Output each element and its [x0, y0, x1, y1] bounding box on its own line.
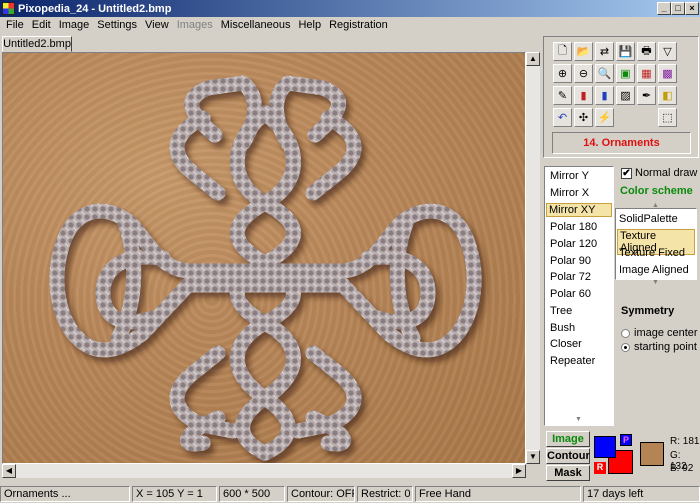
list-item[interactable]: Polar 90 — [548, 255, 593, 267]
color-scheme-list[interactable]: ▲ SolidPalette Texture Aligned Texture F… — [615, 202, 697, 286]
checkbox-icon[interactable]: ✔ — [621, 167, 632, 179]
list-item[interactable]: Polar 60 — [548, 288, 593, 300]
print-icon[interactable]: 🖶 — [637, 42, 656, 61]
list-item[interactable]: Image Aligned — [619, 264, 689, 276]
window-title: Pixopedia_24 - Untitled2.bmp — [18, 2, 172, 15]
close-button[interactable]: × — [685, 2, 699, 15]
menu-images[interactable]: Images — [173, 19, 217, 31]
status-bar: Ornaments ... X = 105 Y = 1 600 * 500 Co… — [0, 485, 700, 503]
list-item[interactable]: Closer — [548, 338, 584, 350]
scroll-right-icon[interactable]: ▶ — [512, 464, 526, 478]
primary-color-label[interactable]: P — [620, 434, 632, 446]
funnel-icon[interactable]: ▽ — [658, 42, 677, 61]
menu-file[interactable]: File — [2, 19, 28, 31]
scroll-down-icon[interactable]: ▼ — [526, 450, 540, 464]
radio-label: starting point — [634, 341, 697, 353]
status-restrict: Restrict: 0 — [357, 486, 413, 502]
list-item[interactable]: Polar 120 — [548, 238, 599, 250]
picked-color-swatch — [640, 442, 664, 466]
list-item[interactable]: Polar 72 — [548, 271, 593, 283]
grid-icon[interactable]: ▦ — [637, 64, 656, 83]
contour-mode-button[interactable]: Contour — [546, 448, 590, 464]
rgb-red: R: 181 — [670, 436, 700, 447]
channels-icon[interactable]: ▮ — [595, 86, 614, 105]
scheme-scroll-up-icon[interactable]: ▲ — [652, 202, 659, 209]
selection-icon[interactable]: ⬚ — [658, 108, 677, 127]
list-item[interactable]: Repeater — [548, 355, 597, 367]
ornament-drawing — [49, 75, 482, 461]
status-tool: Free Hand — [415, 486, 581, 502]
list-scroll-down-icon[interactable]: ▼ — [575, 416, 582, 423]
list-item-selected[interactable]: Mirror XY — [546, 203, 612, 217]
list-item[interactable]: Mirror Y — [548, 170, 591, 182]
status-mode: Ornaments ... — [0, 486, 130, 502]
revert-icon[interactable]: ⇄ — [595, 42, 614, 61]
radio-selected-icon[interactable] — [621, 342, 630, 352]
horizontal-scrollbar[interactable]: ◀ ▶ — [2, 464, 526, 478]
radio-icon[interactable] — [621, 328, 630, 338]
zoom-in-icon[interactable]: ⊕ — [553, 64, 572, 83]
scroll-up-icon[interactable]: ▲ — [526, 52, 540, 66]
zoom-fit-icon[interactable]: 🔍 — [595, 64, 614, 83]
list-item[interactable]: Polar 180 — [548, 221, 599, 233]
scroll-left-icon[interactable]: ◀ — [2, 464, 16, 478]
list-item[interactable]: Mirror X — [548, 187, 591, 199]
mask-mode-button[interactable]: Mask — [546, 465, 590, 481]
layers-icon[interactable]: ◧ — [658, 86, 677, 105]
normal-draw-checkbox[interactable]: ✔ Normal draw — [621, 166, 700, 180]
menu-help[interactable]: Help — [294, 19, 325, 31]
brush-icon[interactable]: ✎ — [553, 86, 572, 105]
photo-icon[interactable]: ▨ — [616, 86, 635, 105]
scheme-scroll-down-icon[interactable]: ▼ — [652, 279, 659, 286]
app-icon — [2, 2, 15, 15]
maximize-button[interactable]: □ — [671, 2, 685, 15]
palette-grid-icon[interactable]: ▩ — [658, 64, 677, 83]
image-view-icon[interactable]: ▣ — [616, 64, 635, 83]
status-contour: Contour: OFF — [287, 486, 355, 502]
symmetry-list[interactable]: Mirror Y Mirror X Mirror XY Polar 180 Po… — [544, 166, 614, 426]
dropper-icon[interactable]: ✒ — [637, 86, 656, 105]
radio-label: image center — [634, 327, 698, 339]
undo-icon[interactable]: ↶ — [553, 108, 572, 127]
symmetry-label: Symmetry — [621, 305, 675, 317]
menu-image[interactable]: Image — [55, 19, 94, 31]
wand-icon[interactable]: ⚡ — [595, 108, 614, 127]
save-icon[interactable]: 💾 — [616, 42, 635, 61]
rgb-blue: B: 92 — [670, 463, 694, 474]
foreground-color[interactable] — [594, 436, 616, 458]
status-size: 600 * 500 — [219, 486, 285, 502]
radio-image-center[interactable]: image center — [621, 327, 698, 339]
vertical-scrollbar[interactable]: ▲ ▼ — [526, 52, 540, 464]
title-bar: Pixopedia_24 - Untitled2.bmp _ □ × — [0, 0, 700, 17]
zoom-out-icon[interactable]: ⊖ — [574, 64, 593, 83]
status-trial: 17 days left — [583, 486, 700, 502]
menu-miscellaneous[interactable]: Miscellaneous — [217, 19, 295, 31]
ornament-category[interactable]: 14. Ornaments — [552, 132, 691, 154]
tool-grid: 🗋 📂 ⇄ 💾 🖶 ▽ ⊕ ⊖ 🔍 ▣ ▦ ▩ ✎ ▮ ▮ ▨ ✒ ◧ ↶ ✣ … — [553, 42, 677, 128]
menu-view[interactable]: View — [141, 19, 173, 31]
open-icon[interactable]: 📂 — [574, 42, 593, 61]
image-mode-button[interactable]: Image — [546, 431, 590, 447]
list-item[interactable]: Bush — [548, 322, 577, 334]
histogram-icon[interactable]: ▮ — [574, 86, 593, 105]
drawing-canvas[interactable] — [2, 52, 526, 464]
list-item[interactable]: Texture Fixed — [619, 247, 685, 259]
normal-draw-label: Normal draw — [635, 167, 698, 179]
menu-settings[interactable]: Settings — [93, 19, 141, 31]
secondary-color-label[interactable]: R — [594, 462, 606, 474]
status-coords: X = 105 Y = 1 — [132, 486, 217, 502]
minimize-button[interactable]: _ — [657, 2, 671, 15]
menu-bar: File Edit Image Settings View Images Mis… — [0, 17, 700, 33]
list-item[interactable]: SolidPalette — [619, 213, 678, 225]
new-icon[interactable]: 🗋 — [553, 42, 572, 61]
tab-untitled2[interactable]: Untitled2.bmp — [2, 36, 72, 52]
radio-starting-point[interactable]: starting point — [621, 341, 697, 353]
menu-edit[interactable]: Edit — [28, 19, 55, 31]
magic-icon[interactable]: ✣ — [574, 108, 593, 127]
list-item[interactable]: Tree — [548, 305, 574, 317]
menu-registration[interactable]: Registration — [325, 19, 392, 31]
color-scheme-label: Color scheme — [620, 185, 693, 197]
